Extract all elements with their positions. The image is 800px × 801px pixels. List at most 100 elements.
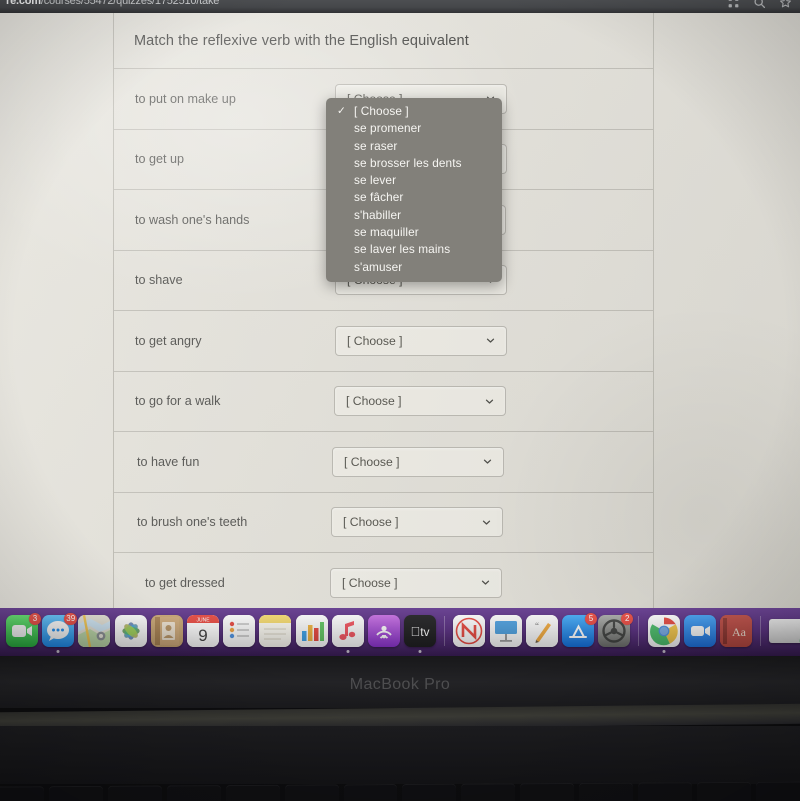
table-row: to have fun [ Choose ] [114, 431, 653, 492]
dock-item-appstore[interactable]: 5 [562, 613, 597, 647]
dock-item-chrome[interactable] [647, 615, 680, 653]
table-row: to go for a walk [ Choose ] [114, 370, 653, 432]
svg-text:“: “ [535, 621, 539, 631]
keyboard-key [343, 784, 398, 801]
dock-items: 3 39 JUNE 9 tv “ 5 2 Aa [6, 611, 800, 653]
keyboard-key [48, 785, 103, 801]
keyboard-key [520, 782, 575, 801]
dropdown-option[interactable]: se raser [326, 138, 502, 155]
dock-item-podcasts[interactable] [367, 615, 400, 647]
dock-item-news[interactable] [453, 615, 486, 647]
dropdown-option[interactable]: se promener [326, 120, 502, 137]
apps-grid-icon[interactable] [727, 0, 740, 9]
keyboard-key [697, 781, 751, 801]
keyboard-key [579, 782, 634, 801]
dropdown-option[interactable]: s'amuser [326, 259, 502, 276]
keyboard-key [0, 786, 44, 801]
question-title: Match the reflexive verb with the Englis… [134, 33, 469, 49]
table-row: to brush one's teeth [ Choose ] [114, 491, 653, 553]
keyboard-key [107, 785, 162, 801]
keyboard-keys [0, 781, 800, 801]
dock-item-dictionary[interactable]: Aa [719, 615, 752, 647]
dock-item-maps[interactable] [78, 615, 111, 647]
dock-separator [760, 616, 762, 646]
dock-item-keynote[interactable] [489, 615, 522, 647]
svg-text:Aa: Aa [732, 625, 747, 639]
dock-item-reminders[interactable] [223, 615, 256, 647]
laptop-base [0, 726, 800, 784]
dropdown-option[interactable]: [ Choose ] [326, 103, 502, 121]
address-bar[interactable]: re.com/courses/55472/quizzes/1752510/tak… [6, 0, 219, 7]
answer-select-7[interactable]: [ Choose ] [331, 507, 503, 538]
match-term: to brush one's teeth [137, 515, 248, 530]
keyboard-key [755, 781, 800, 801]
chevron-down-icon [481, 580, 490, 585]
browser-toolbar-icons [727, 0, 792, 9]
keyboard-key [166, 785, 221, 801]
select-dropdown-menu[interactable]: [ Choose ]se promenerse raserse brosser … [326, 98, 502, 282]
match-term: to go for a walk [135, 394, 221, 409]
bookmark-star-icon[interactable] [779, 0, 792, 9]
answer-select-5[interactable]: [ Choose ] [334, 386, 506, 417]
keyboard-key [461, 783, 516, 801]
table-row: to get angry [ Choose ] [114, 310, 653, 371]
dock-item-notes[interactable] [259, 615, 292, 647]
select-value: [ Choose ] [346, 394, 402, 409]
dock-running-indicator [56, 650, 60, 653]
dock-item-zoom[interactable] [683, 615, 716, 647]
dock-item-facetime[interactable]: 3 [6, 613, 41, 647]
dock-separator [444, 616, 446, 646]
chevron-down-icon [483, 459, 492, 464]
match-term: to get dressed [145, 575, 225, 590]
macos-dock: 3 39 JUNE 9 tv “ 5 2 Aa [0, 608, 800, 656]
select-value: [ Choose ] [344, 454, 400, 469]
match-term: to shave [135, 273, 183, 288]
dock-item-pages[interactable]: “ [525, 615, 558, 647]
keyboard-key [225, 784, 280, 801]
minimized-window[interactable] [769, 619, 800, 643]
dock-separator [638, 616, 640, 646]
dock-item-messages[interactable]: 39 [42, 613, 78, 653]
select-value: [ Choose ] [342, 575, 398, 590]
dock-item-system-preferences[interactable]: 2 [598, 613, 634, 647]
answer-select-8[interactable]: [ Choose ] [330, 567, 502, 598]
keyboard-key [638, 782, 693, 801]
dock-item-calendar[interactable]: JUNE 9 [186, 615, 219, 647]
dock-item-appletv[interactable]: tv [404, 615, 437, 653]
chevron-down-icon [485, 399, 494, 404]
answer-select-6[interactable]: [ Choose ] [332, 446, 504, 477]
match-term: to put on make up [135, 91, 236, 106]
keyboard-key [284, 784, 339, 801]
dock-item-music[interactable] [331, 615, 364, 653]
svg-text:tv: tv [411, 624, 430, 639]
laptop-photo: re.com/courses/55472/quizzes/1752510/tak… [0, 0, 800, 801]
chevron-down-icon [486, 338, 495, 343]
dock-item-numbers[interactable] [295, 615, 328, 647]
keyboard-key [402, 783, 457, 801]
dock-running-indicator [346, 650, 350, 653]
answer-select-4[interactable]: [ Choose ] [335, 325, 507, 356]
match-term: to wash one's hands [135, 212, 250, 227]
dropdown-option[interactable]: se lever [326, 172, 502, 189]
match-term: to have fun [137, 454, 200, 469]
match-term: to get up [135, 152, 185, 167]
dock-item-contacts[interactable] [150, 615, 183, 647]
svg-text:9: 9 [198, 626, 207, 645]
search-icon[interactable] [753, 0, 766, 9]
dock-item-photos[interactable] [114, 615, 147, 647]
quiz-page: Match the reflexive verb with the Englis… [0, 13, 800, 608]
dropdown-option[interactable]: se fâcher [326, 189, 502, 206]
dropdown-option[interactable]: se brosser les dents [326, 155, 502, 172]
dock-badge: 3 [29, 613, 41, 625]
page-right-divider [653, 13, 654, 608]
dock-running-indicator [418, 650, 422, 653]
dropdown-option[interactable]: se maquiller [326, 224, 502, 241]
dock-running-indicator [662, 650, 666, 653]
table-row: to get dressed [ Choose ] [114, 552, 653, 613]
dropdown-option[interactable]: se laver les mains [326, 241, 502, 258]
url-path: /courses/55472/quizzes/1752510/take [40, 0, 220, 7]
dropdown-option[interactable]: s'habiller [326, 207, 502, 224]
select-value: [ Choose ] [347, 333, 403, 348]
chevron-down-icon [482, 520, 491, 525]
browser-toolbar: re.com/courses/55472/quizzes/1752510/tak… [0, 0, 800, 13]
